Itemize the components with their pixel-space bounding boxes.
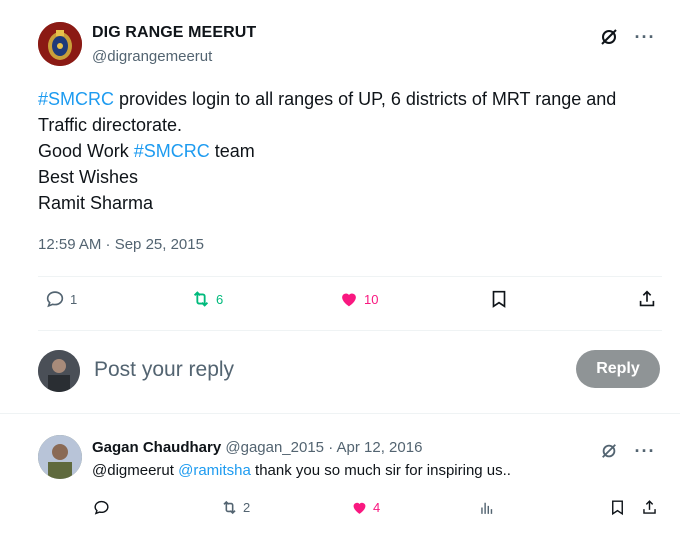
tweet-timestamp[interactable]: 12:59 AM · Sep 25, 2015 [38,236,204,253]
author-avatar[interactable] [38,22,82,66]
heart-icon [353,502,366,514]
share-button[interactable] [636,288,658,310]
tweet-text: #SMCRC provides login to all ranges of U… [38,89,617,213]
tweet-top-actions: ··· [598,26,656,48]
share-icon [643,500,656,514]
mention-link[interactable]: @digmeerut [92,462,174,479]
retweet-count: 2 [243,500,251,515]
reply-author-avatar[interactable] [38,435,82,479]
hashtag-link[interactable]: #SMCRC [38,89,114,109]
share-button[interactable] [640,498,659,517]
retweet-button[interactable]: 2 [220,498,250,517]
like-button[interactable]: 4 [350,498,380,517]
like-count: 4 [373,500,381,515]
reply-author-name[interactable]: Gagan Chaudhary [92,439,221,456]
retweet-button[interactable]: 6 [190,288,223,310]
reply-submit-button[interactable]: Reply [576,350,660,388]
reply-text: @digmeerut @ramitsha thank you so much s… [92,462,511,479]
reply-action-bar: 2 4 [92,498,662,520]
reply-input[interactable]: Post your reply [94,358,234,382]
hashtag-link[interactable]: #SMCRC [134,141,210,161]
author-name[interactable]: DIG RANGE MEERUT [92,24,256,42]
bookmark-button[interactable] [488,288,510,310]
divider [38,276,662,277]
tweet-action-bar: 1 6 10 [38,288,660,318]
retweet-icon [193,291,209,307]
user-avatar [38,350,80,392]
reply-icon [94,500,109,515]
retweet-icon [223,500,236,515]
reply-composer: Post your reply Reply [38,348,662,392]
retweet-count: 6 [216,291,224,307]
views-button[interactable] [478,498,497,517]
reply-button[interactable] [92,498,111,517]
author-handle[interactable]: @digrangemeerut [92,48,212,65]
police-emblem-icon [38,22,82,66]
reply-button[interactable]: 1 [44,288,77,310]
reply-meta: @gagan_2015 · Apr 12, 2016 [221,439,423,456]
grok-icon[interactable] [598,26,620,48]
heart-icon [342,293,356,307]
bookmark-icon [612,500,623,516]
views-icon [481,502,493,514]
reply-header: Gagan Chaudhary @gagan_2015 · Apr 12, 20… [92,439,422,456]
bookmark-button[interactable] [608,498,627,517]
grok-icon[interactable] [598,440,620,462]
share-icon [639,290,655,307]
more-icon[interactable]: ··· [634,26,656,48]
divider [38,330,662,331]
mention-link[interactable]: @ramitsha [178,462,251,479]
reply-count: 1 [70,291,78,307]
reply-top-actions: ··· [598,440,656,462]
like-count: 10 [364,291,379,307]
divider [0,413,680,414]
bookmark-icon [492,290,506,308]
reply-icon [46,291,64,308]
more-icon[interactable]: ··· [634,440,656,462]
like-button[interactable]: 10 [338,288,378,310]
